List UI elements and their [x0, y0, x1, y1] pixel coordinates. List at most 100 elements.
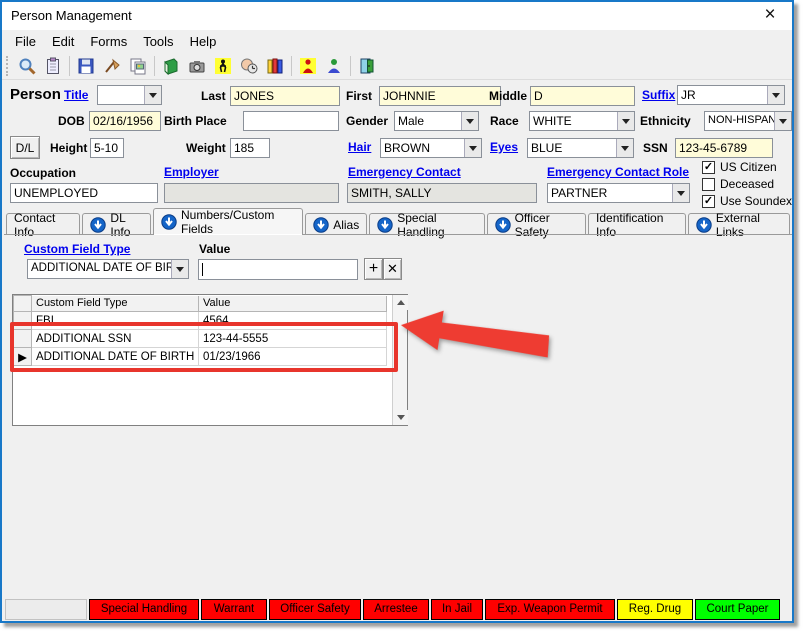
status-officer-safety[interactable]: Officer Safety [269, 599, 361, 620]
chevron-down-icon[interactable] [461, 112, 478, 130]
add-person-icon[interactable] [321, 54, 347, 78]
weight-input[interactable]: 185 [230, 138, 270, 158]
tab-numbers-custom-fields[interactable]: Numbers/Custom Fields [153, 208, 303, 235]
status-reg-drug[interactable]: Reg. Drug [617, 599, 693, 620]
middle-input[interactable]: D [530, 86, 635, 106]
suffix-link[interactable]: Suffix [642, 88, 675, 102]
status-in-jail[interactable]: In Jail [431, 599, 483, 620]
checkbox-check-icon[interactable] [702, 178, 715, 191]
gender-label: Gender [346, 114, 388, 128]
menu-file[interactable]: File [8, 32, 43, 51]
last-label: Last [201, 89, 226, 103]
tab-alias[interactable]: Alias [305, 213, 367, 235]
race-dropdown[interactable]: WHITE [529, 111, 635, 131]
use-soundex-checkbox[interactable]: ✓ Use Soundex [702, 194, 792, 208]
height-input[interactable]: 5-10 [90, 138, 124, 158]
status-court-paper[interactable]: Court Paper [695, 599, 780, 620]
emergency-contact-link[interactable]: Emergency Contact [348, 165, 461, 179]
menu-help[interactable]: Help [183, 32, 224, 51]
delete-button[interactable]: ✕ [383, 258, 402, 280]
column-header-custom-field-type[interactable]: Custom Field Type [32, 296, 199, 312]
dob-input[interactable]: 02/16/1956 [89, 111, 161, 131]
column-header-value[interactable]: Value [199, 296, 387, 312]
tab-special-handling[interactable]: Special Handling [369, 213, 484, 235]
toolbar-separator [291, 56, 292, 76]
clock-person-icon[interactable] [236, 54, 262, 78]
tab-officer-safety[interactable]: Officer Safety [487, 213, 586, 235]
chevron-down-icon[interactable] [767, 86, 784, 104]
gender-dropdown[interactable]: Male [394, 111, 479, 131]
clear-broom-icon[interactable] [99, 54, 125, 78]
status-special-handling[interactable]: Special Handling [89, 599, 199, 620]
employer-input[interactable] [164, 183, 339, 203]
chevron-down-icon[interactable] [617, 112, 634, 130]
value-input[interactable] [198, 259, 358, 280]
menu-edit[interactable]: Edit [45, 32, 81, 51]
weight-label: Weight [186, 141, 226, 155]
person-label: Person [10, 86, 61, 103]
chevron-down-icon[interactable] [464, 139, 481, 157]
highlight-rectangle-annotation [10, 322, 398, 372]
chevron-down-icon[interactable] [616, 139, 633, 157]
copy-image-icon[interactable] [125, 54, 151, 78]
camera-icon[interactable] [184, 54, 210, 78]
book-index-icon[interactable] [262, 54, 288, 78]
employer-link[interactable]: Employer [164, 165, 219, 179]
notebook-icon[interactable] [158, 54, 184, 78]
chevron-down-icon[interactable] [774, 112, 791, 130]
search-icon[interactable] [14, 54, 40, 78]
first-input[interactable]: JOHNNIE [379, 86, 501, 106]
ethnicity-dropdown[interactable]: NON-HISPANIC [704, 111, 792, 131]
clipboard-icon[interactable] [40, 54, 66, 78]
emergency-contact-role-dropdown[interactable]: PARTNER [547, 183, 690, 203]
chevron-down-icon[interactable] [144, 86, 161, 104]
pedestrian-icon[interactable] [210, 54, 236, 78]
toolbar-grip[interactable] [6, 56, 10, 76]
us-citizen-checkbox[interactable]: ✓ US Citizen [702, 160, 777, 174]
status-bar: Special Handling Warrant Officer Safety … [5, 597, 789, 621]
checkbox-check-icon[interactable]: ✓ [702, 195, 715, 208]
title-dropdown[interactable] [97, 85, 162, 105]
title-link[interactable]: Title [64, 88, 88, 102]
custom-field-type-link[interactable]: Custom Field Type [24, 242, 130, 256]
scroll-down-icon[interactable] [393, 410, 408, 425]
tab-contact-info[interactable]: Contact Info [6, 213, 80, 235]
emergency-contact-role-link[interactable]: Emergency Contact Role [547, 165, 689, 179]
dl-button[interactable]: D/L [10, 136, 40, 159]
custom-field-type-dropdown[interactable]: ADDITIONAL DATE OF BIRTH [27, 259, 189, 279]
screenshot: Person Management × File Edit Forms Tool… [0, 0, 806, 631]
birth-place-input[interactable] [243, 111, 339, 131]
occupation-input[interactable]: UNEMPLOYED [10, 183, 158, 203]
emergency-contact-input[interactable]: SMITH, SALLY [347, 183, 537, 203]
hair-dropdown[interactable]: BROWN [380, 138, 482, 158]
hair-link[interactable]: Hair [348, 140, 371, 154]
tab-identification-info[interactable]: Identification Info [588, 213, 686, 235]
chevron-down-icon[interactable] [672, 184, 689, 202]
checkbox-check-icon[interactable]: ✓ [702, 161, 715, 174]
dob-label: DOB [58, 114, 85, 128]
status-warrant[interactable]: Warrant [201, 599, 267, 620]
eyes-link[interactable]: Eyes [490, 140, 518, 154]
tab-dl-info[interactable]: DL Info [82, 213, 151, 235]
menu-forms[interactable]: Forms [83, 32, 134, 51]
blue-down-arrow-icon [377, 217, 393, 233]
close-icon[interactable]: × [756, 3, 784, 27]
exit-door-icon[interactable] [354, 54, 380, 78]
blue-down-arrow-icon [696, 217, 712, 233]
status-arrestee[interactable]: Arrestee [363, 599, 429, 620]
chevron-down-icon[interactable] [171, 260, 188, 278]
save-icon[interactable] [73, 54, 99, 78]
last-input[interactable]: JONES [230, 86, 340, 106]
toolbar [2, 52, 792, 80]
alert-person-icon[interactable] [295, 54, 321, 78]
add-button[interactable]: + [364, 258, 383, 280]
menu-tools[interactable]: Tools [136, 32, 180, 51]
tab-external-links[interactable]: External Links [688, 213, 790, 235]
ssn-input[interactable]: 123-45-6789 [675, 138, 773, 158]
status-exp-weapon-permit[interactable]: Exp. Weapon Permit [485, 599, 615, 620]
deceased-checkbox[interactable]: Deceased [702, 177, 774, 191]
blue-down-arrow-icon [313, 217, 329, 233]
toolbar-separator [69, 56, 70, 76]
eyes-dropdown[interactable]: BLUE [527, 138, 634, 158]
suffix-dropdown[interactable]: JR [677, 85, 785, 105]
